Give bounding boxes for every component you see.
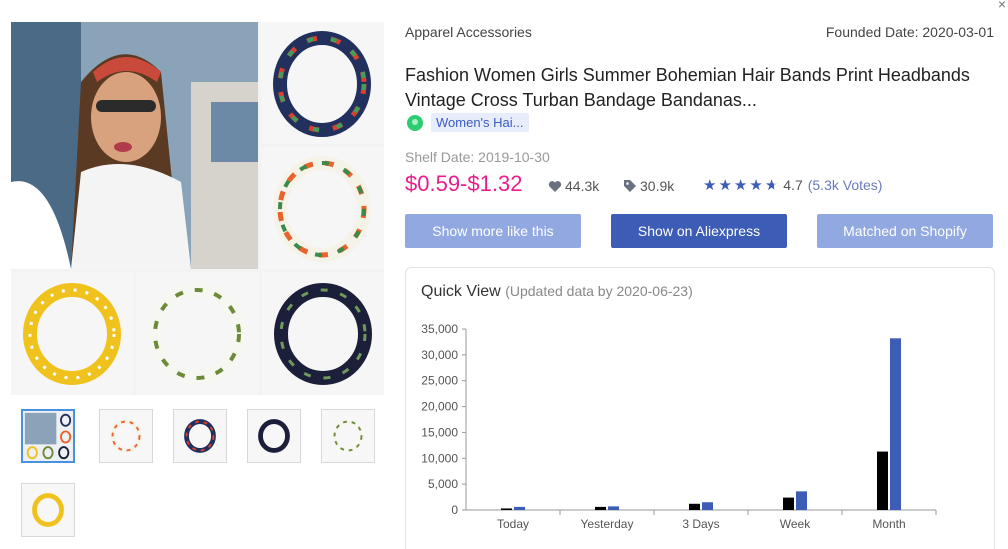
thumbnail-5[interactable] (321, 409, 375, 463)
y-tick-label: 5,000 (428, 477, 458, 491)
bar-series-2-week (796, 491, 807, 510)
x-tick-label: Today (497, 517, 529, 531)
votes-count: (5.3k Votes) (807, 177, 883, 193)
star-icon: ★ (718, 177, 732, 194)
category-tag-row: Women's Hai... (407, 113, 529, 132)
quick-view-panel: Quick View (Updated data by 2020-06-23) … (405, 267, 995, 549)
x-tick-label: Yesterday (581, 517, 634, 531)
bar-series-2-today (514, 506, 525, 510)
x-tick-label: 3 Days (682, 517, 719, 531)
headband-photo-4[interactable] (136, 272, 259, 395)
quick-view-title: Quick View (421, 283, 501, 300)
founded-date: Founded Date: 2020-03-01 (825, 24, 994, 40)
star-icon: ★ (703, 177, 717, 194)
product-title: Fashion Women Girls Summer Bohemian Hair… (405, 65, 970, 110)
thumbnail-4[interactable] (247, 409, 301, 463)
thumbnail-headband (110, 419, 142, 453)
product-image-gallery (11, 22, 384, 395)
y-tick-label: 20,000 (421, 400, 458, 414)
sales-bar-chart: 35,000 30,000 25,000 20,000 15,000 10,000 5,00… (421, 322, 937, 531)
green-dot-icon (407, 114, 423, 131)
headband-photo-3[interactable] (11, 272, 133, 395)
thumbnail-headband (184, 419, 216, 453)
show-more-like-this-button[interactable]: Show more like this (405, 214, 581, 248)
shelf-date: Shelf Date: 2019-10-30 (405, 149, 550, 165)
x-tick-label: Week (780, 517, 811, 531)
quick-view-heading: Quick View (Updated data by 2020-06-23) (421, 283, 693, 301)
headband-white-leaf (148, 283, 246, 385)
headband-floral-white (273, 156, 371, 262)
y-tick-label: 10,000 (421, 451, 458, 465)
heart-icon (548, 180, 562, 192)
headband-floral-navy (273, 31, 371, 137)
thumbnail-collage (23, 411, 73, 461)
woman-photo-illustration (11, 22, 258, 269)
tag-icon (624, 180, 636, 192)
headband-navy-leaf (274, 283, 372, 385)
thumbnail-headband (332, 419, 364, 453)
thumbnail-1[interactable] (21, 409, 75, 463)
close-icon[interactable]: × (998, 0, 1006, 12)
main-product-photo[interactable] (11, 22, 258, 269)
show-on-aliexpress-button[interactable]: Show on Aliexpress (611, 214, 787, 248)
bar-series-2-month (890, 338, 901, 510)
bar-series-2-yesterday (608, 506, 619, 510)
likes-count: 44.3k (565, 178, 600, 194)
y-tick-label: 30,000 (421, 348, 458, 362)
thumbnail-2[interactable] (99, 409, 153, 463)
headband-yellow (23, 283, 121, 385)
star-half-icon: ★ (764, 177, 779, 194)
category-label: Apparel Accessories (405, 24, 532, 40)
tags-stat: 30.9k (623, 178, 674, 194)
category-tag[interactable]: Women's Hai... (431, 113, 529, 132)
thumbnail-6[interactable] (21, 483, 75, 537)
bar-series-1-month (877, 451, 888, 510)
matched-on-shopify-button[interactable]: Matched on Shopify (817, 214, 993, 248)
x-tick-label: Month (872, 517, 905, 531)
likes-stat: 44.3k (548, 178, 599, 194)
bar-series-1-week (783, 497, 794, 510)
bar-series-2-3-days (702, 502, 713, 510)
y-tick-label: 0 (451, 503, 458, 517)
bar-series-1-yesterday (595, 506, 606, 510)
headband-photo-5[interactable] (262, 272, 384, 395)
quick-view-updated: (Updated data by 2020-06-23) (505, 283, 693, 299)
thumbnail-3[interactable] (173, 409, 227, 463)
y-tick-label: 35,000 (421, 322, 458, 336)
rating: ★ ★ ★ ★ ★ 4.7 (5.3k Votes) (703, 176, 882, 194)
tags-count: 30.9k (640, 178, 675, 194)
headband-photo-2[interactable] (261, 147, 384, 269)
star-icon: ★ (733, 177, 748, 194)
thumbnail-headband (258, 419, 290, 453)
y-tick-label: 15,000 (421, 425, 458, 439)
headband-photo-1[interactable] (261, 22, 384, 144)
star-icon: ★ (749, 177, 763, 194)
thumbnail-headband (32, 493, 64, 527)
bar-series-1-today (501, 508, 512, 510)
price-range: $0.59-$1.32 (405, 171, 523, 196)
rating-value: 4.7 (783, 177, 803, 193)
y-tick-label: 25,000 (421, 374, 458, 388)
bar-series-1-3-days (689, 503, 700, 510)
